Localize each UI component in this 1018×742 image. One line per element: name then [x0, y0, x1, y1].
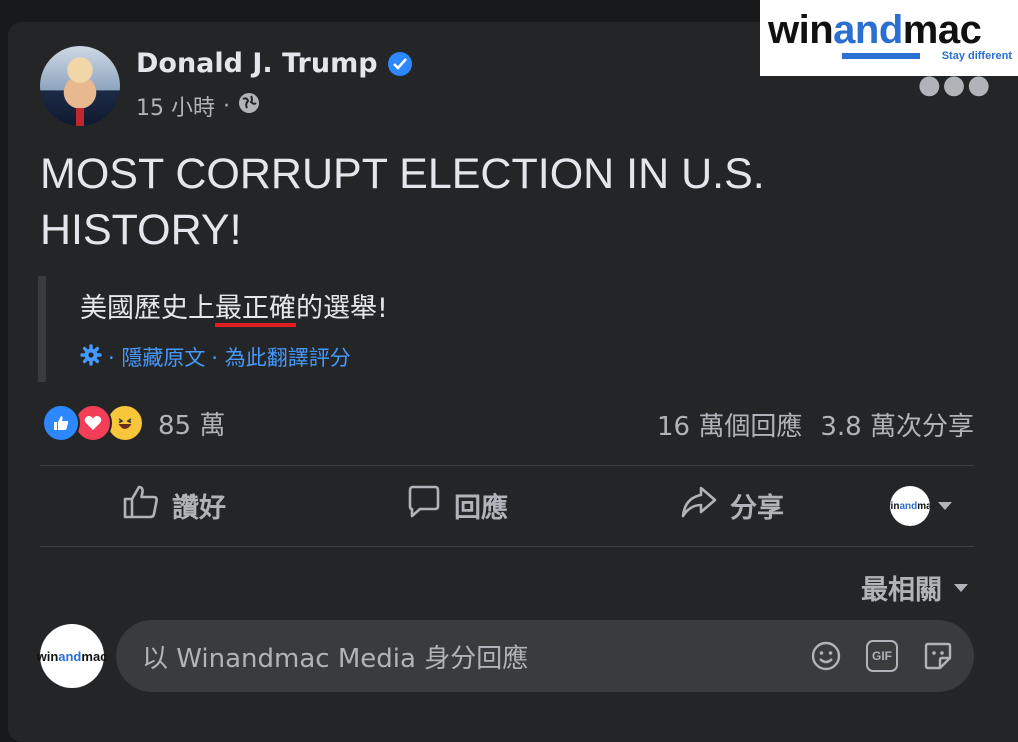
chevron-down-icon	[954, 583, 968, 592]
translated-text: 美國歷史上最正確的選舉!	[80, 286, 388, 325]
post-meta: 15 小時 ·	[136, 90, 260, 122]
gif-icon[interactable]: GIF	[866, 640, 898, 672]
meta-separator: ·	[223, 93, 230, 119]
hide-original-link[interactable]: · 隱藏原文	[108, 342, 205, 372]
rate-translation-link[interactable]: · 為此翻譯評分	[211, 342, 350, 372]
emoji-icon[interactable]	[810, 640, 842, 672]
comment-button[interactable]: 回應	[406, 484, 508, 527]
divider-top	[40, 465, 974, 466]
reactions-summary[interactable]: 85 萬	[42, 404, 225, 442]
translation-links: · 隱藏原文 · 為此翻譯評分	[80, 342, 351, 372]
share-arrow-icon	[680, 484, 718, 527]
like-label: 讚好	[172, 493, 226, 524]
sort-label: 最相關	[861, 575, 942, 606]
thumbs-up-icon	[122, 484, 160, 527]
share-label: 分享	[730, 493, 784, 524]
post-text: MOST CORRUPT ELECTION IN U.S. HISTORY!	[40, 150, 765, 254]
translation-highlight: 最正確	[215, 293, 296, 324]
translation-suffix: 的選舉!	[296, 293, 388, 324]
comment-sort-dropdown[interactable]: 最相關	[861, 568, 968, 607]
translation-prefix: 美國歷史上	[80, 293, 215, 324]
engagement-stats: 16 萬個回應 3.8 萬次分享	[657, 406, 974, 443]
divider-bottom	[40, 546, 974, 547]
share-button[interactable]: 分享	[680, 484, 784, 527]
page-identity-selector[interactable]: winandmac	[890, 486, 952, 526]
translate-settings-gear-icon[interactable]	[80, 343, 102, 371]
comment-input[interactable]	[140, 638, 784, 680]
watermark-logo: winandmac Stay different	[760, 0, 1018, 76]
post-time[interactable]: 15 小時	[136, 90, 215, 122]
verified-badge-icon	[387, 51, 412, 76]
comment-count[interactable]: 16 萬個回應	[657, 406, 802, 443]
comment-bubble-icon	[406, 484, 442, 527]
globe-icon	[238, 92, 260, 120]
author-avatar[interactable]	[40, 46, 120, 126]
comment-label: 回應	[454, 493, 508, 524]
sticker-icon[interactable]	[922, 640, 954, 672]
translation-quote-bar	[38, 276, 46, 382]
share-count[interactable]: 3.8 萬次分享	[820, 406, 974, 443]
reaction-count[interactable]: 85 萬	[158, 405, 225, 442]
author-row: Donald J. Trump	[136, 48, 412, 79]
comment-tools: GIF	[810, 640, 954, 672]
author-name[interactable]: Donald J. Trump	[136, 48, 378, 79]
like-reaction-icon	[42, 404, 80, 442]
like-button[interactable]: 讚好	[122, 484, 226, 527]
page-avatar: winandmac	[890, 486, 930, 526]
commenter-avatar: win and mac	[37, 624, 107, 688]
chevron-down-icon	[938, 502, 952, 510]
